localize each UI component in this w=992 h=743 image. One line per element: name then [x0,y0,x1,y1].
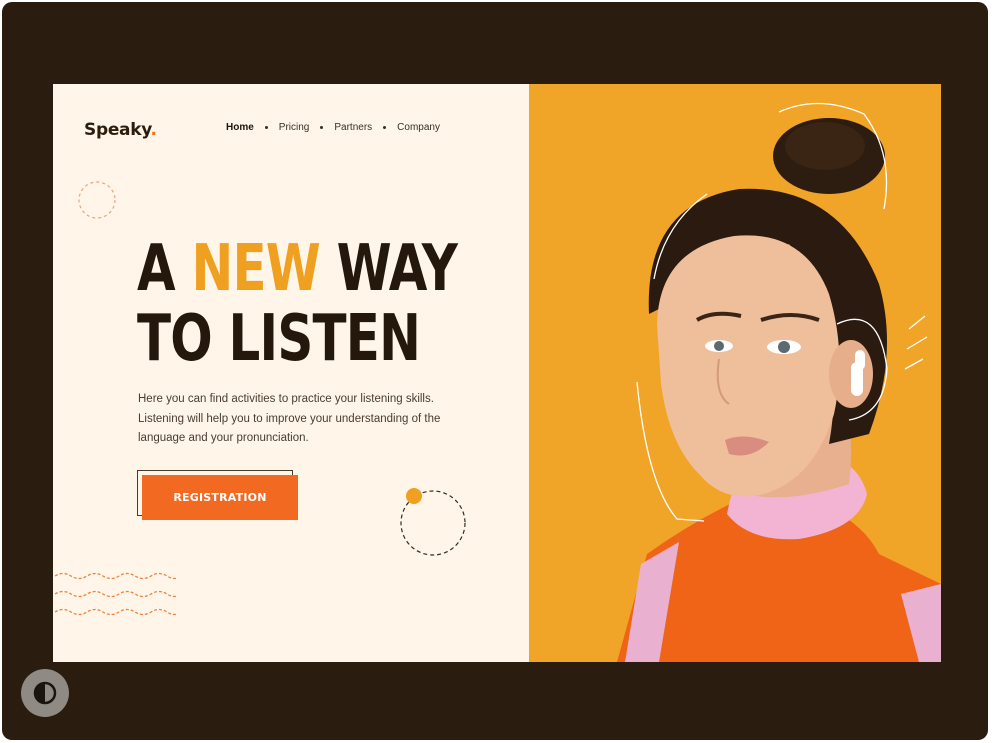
theme-toggle-button[interactable] [21,669,69,717]
main-nav: Home Pricing Partners Company [226,122,440,133]
nav-separator [264,126,268,129]
nav-item-home[interactable]: Home [226,122,254,133]
nav-separator [320,126,324,129]
left-panel: Speaky. Home Pricing Partners Company A … [53,84,529,662]
nav-item-partners[interactable]: Partners [334,122,372,133]
hero-line-1: A NEW WAY [137,232,458,306]
hero-description: Here you can find activities to practice… [138,393,441,444]
hero-line-2: TO LISTEN [137,302,421,376]
contrast-icon [33,681,57,705]
hero-photo [617,102,941,662]
nav-item-company[interactable]: Company [397,122,440,133]
nav-separator [383,126,387,129]
orbit-circle-decoration [400,488,466,556]
dashed-circle-decoration [78,181,116,219]
app-frame: Speaky. Home Pricing Partners Company A … [2,2,988,740]
wavy-lines-decoration [54,572,177,616]
hero-accent-word: NEW [191,232,321,306]
registration-button-wrapper: REGISTRATION [137,470,299,522]
hero-image-panel [529,84,941,662]
registration-button[interactable]: REGISTRATION [142,475,298,520]
nav-item-pricing[interactable]: Pricing [279,122,310,133]
brand-logo[interactable]: Speaky. [84,120,157,140]
hero-heading: A NEW WAY TO LISTEN [137,232,458,376]
landing-page: Speaky. Home Pricing Partners Company A … [53,84,941,662]
